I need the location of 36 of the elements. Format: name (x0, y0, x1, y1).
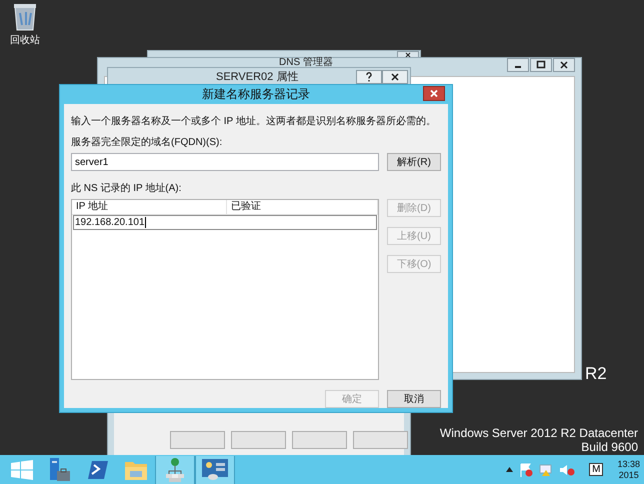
close-button[interactable] (553, 58, 575, 72)
close-button[interactable] (423, 86, 445, 101)
watermark-text: Build 9600 (581, 440, 638, 454)
desktop-icon-label: 回收站 (10, 34, 40, 47)
speaker-muted-icon[interactable] (559, 462, 576, 476)
ip-address-input-field[interactable]: 192.168.20.101 (73, 215, 377, 230)
window-title: DNS 管理器 (279, 58, 333, 68)
column-header[interactable]: 已验证 (227, 200, 378, 214)
maximize-button[interactable] (530, 58, 552, 72)
dialog-title: 新建名称服务器记录 (202, 86, 310, 103)
resolve-button[interactable]: 解析(R) (387, 153, 441, 171)
close-button[interactable] (397, 51, 419, 57)
column-header[interactable]: IP 地址 (72, 200, 227, 214)
powershell-icon[interactable] (88, 460, 108, 478)
dns-console-icon[interactable] (202, 458, 228, 480)
show-hidden-icons-button[interactable] (506, 467, 514, 472)
minimize-button[interactable] (507, 58, 529, 72)
description-text: 输入一个服务器名称及一个或多个 IP 地址。这两者都是识别名称服务器所必需的。 (71, 114, 437, 128)
close-button[interactable] (382, 70, 408, 84)
fqdn-input-field[interactable]: server1 (71, 153, 379, 171)
watermark-text: Windows Server 2012 R2 Datacenter (440, 426, 638, 440)
window-title: SERVER02 属性 (216, 70, 298, 84)
flag-icon[interactable] (519, 462, 534, 476)
recycle-bin-icon[interactable] (13, 3, 37, 31)
help-button[interactable] (356, 70, 382, 84)
list-label: 此 NS 记录的 IP 地址(A): (71, 182, 182, 195)
clock-time[interactable]: 13:38 (617, 458, 640, 470)
watermark-text: R2 (585, 364, 607, 384)
server-toolbox-icon[interactable] (49, 458, 71, 482)
input-method-indicator[interactable]: M (589, 463, 604, 476)
clock-date[interactable]: 2015 (618, 470, 639, 480)
network-icon[interactable] (166, 458, 184, 482)
taskbar-button[interactable] (195, 456, 235, 484)
field-label: 服务器完全限定的域名(FQDN)(S): (71, 136, 224, 149)
taskbar-button[interactable] (155, 456, 195, 484)
cancel-button[interactable]: 取消 (387, 390, 441, 408)
